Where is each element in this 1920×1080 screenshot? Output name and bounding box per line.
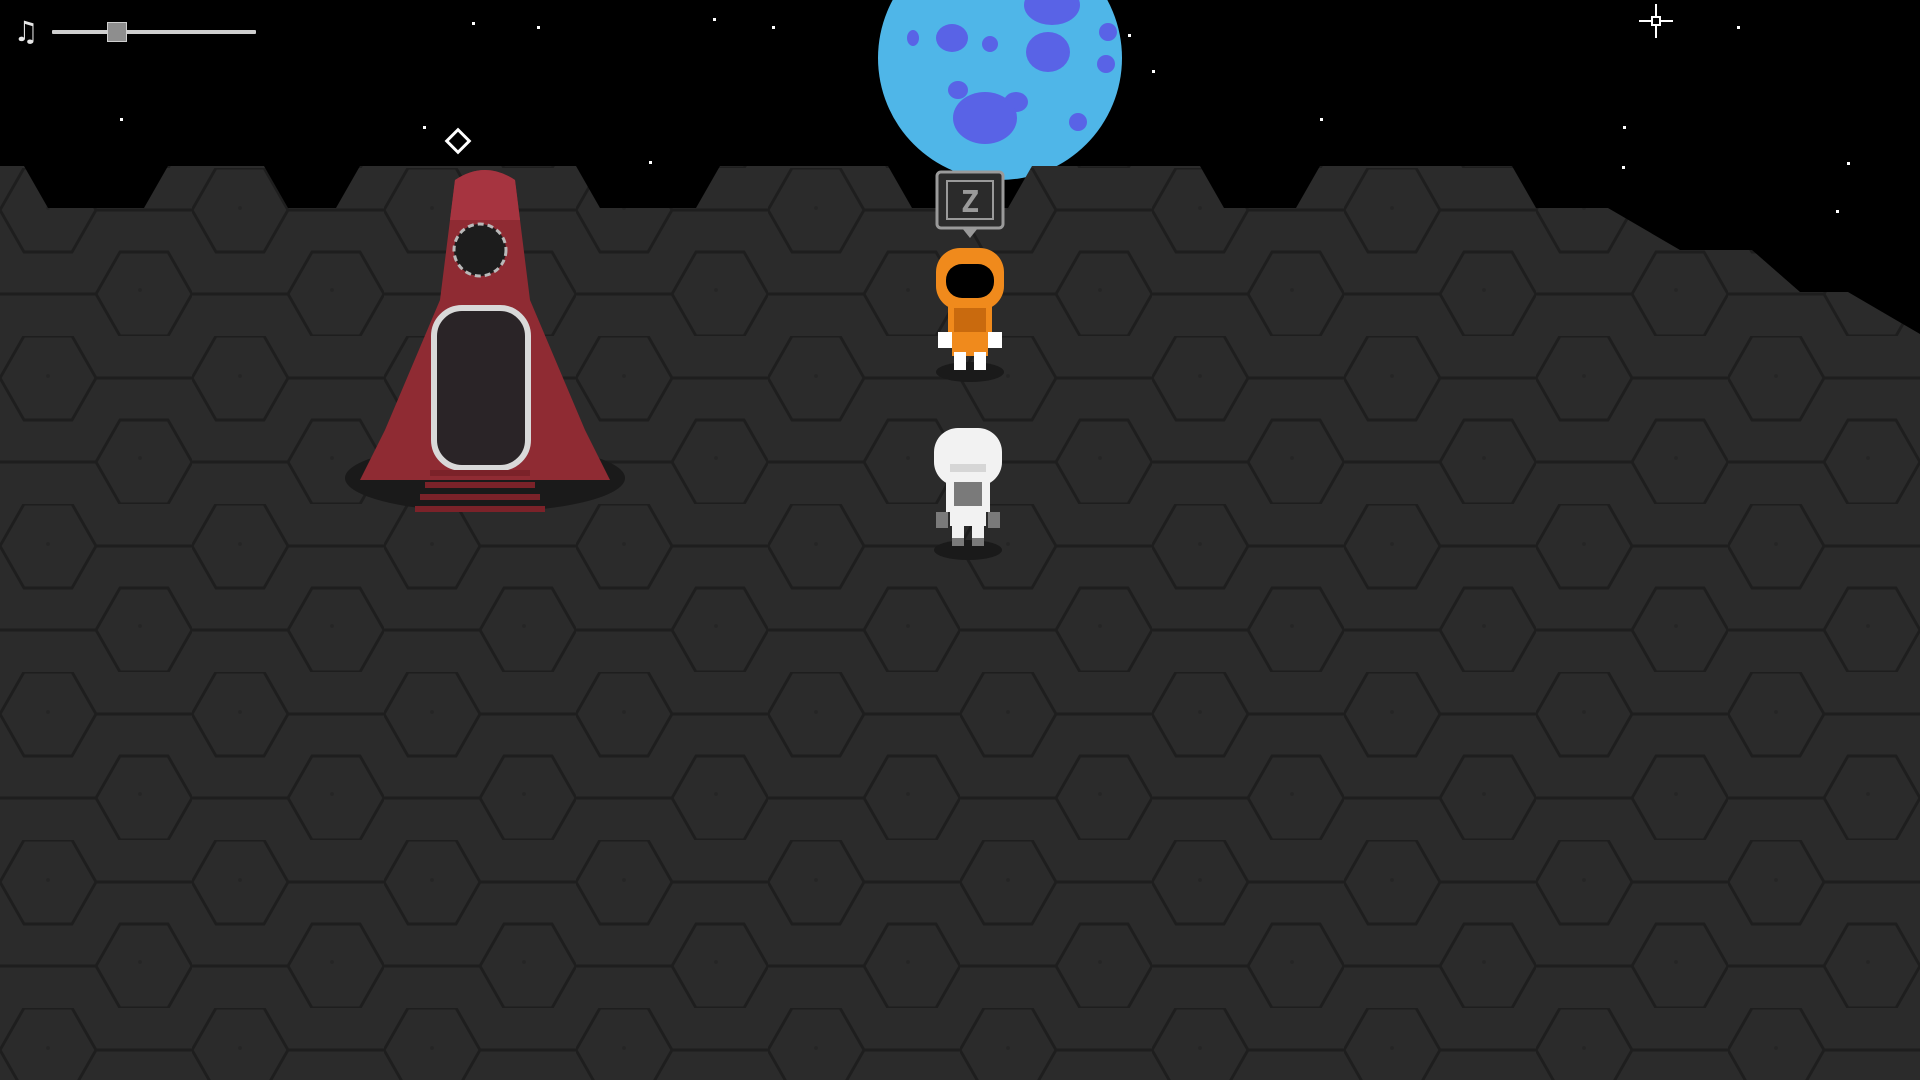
key-prompt-label: Z	[961, 185, 979, 220]
volume-slider-track[interactable]	[52, 30, 256, 34]
volume-slider-thumb[interactable]	[107, 22, 127, 42]
music-note-icon: ♫	[13, 15, 39, 48]
game-world: Z	[0, 0, 1920, 1080]
volume-slider[interactable]	[52, 22, 256, 42]
music-volume-control: ♫	[12, 18, 256, 46]
game-scene[interactable]: Z ♫	[0, 0, 1920, 1080]
